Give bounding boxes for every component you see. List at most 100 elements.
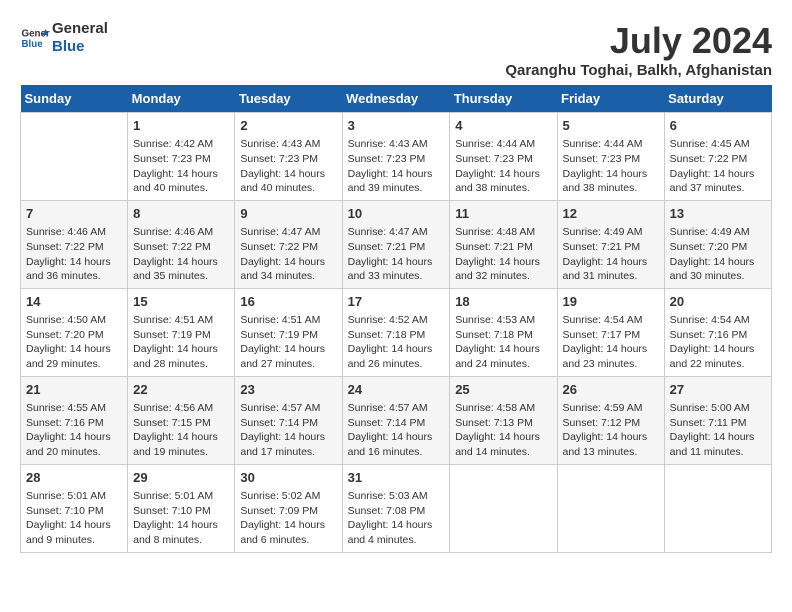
calendar-cell <box>450 464 557 552</box>
cell-content: Sunrise: 5:00 AM Sunset: 7:11 PM Dayligh… <box>670 401 766 460</box>
calendar-cell: 16 Sunrise: 4:51 AM Sunset: 7:19 PM Dayli… <box>235 288 342 376</box>
day-number: 16 <box>240 293 336 311</box>
day-header-thursday: Thursday <box>450 85 557 113</box>
day-number: 10 <box>348 205 445 223</box>
calendar-cell: 24Sunrise: 4:57 AM Sunset: 7:14 PM Dayli… <box>342 376 450 464</box>
calendar-cell: 5 Sunrise: 4:44 AM Sunset: 7:23 PM Daylig… <box>557 113 664 201</box>
cell-content: Sunrise: 4:51 AM Sunset: 7:19 PM Dayligh… <box>133 313 229 372</box>
calendar-week-2: 7Sunrise: 4:46 AM Sunset: 7:22 PM Daylig… <box>21 200 772 288</box>
cell-content: Sunrise: 4:48 AM Sunset: 7:21 PM Dayligh… <box>455 225 551 284</box>
cell-content: Sunrise: 4:54 AM Sunset: 7:17 PM Dayligh… <box>563 313 659 372</box>
day-number: 19 <box>563 293 659 311</box>
cell-content: Sunrise: 4:44 AM Sunset: 7:23 PM Dayligh… <box>563 137 659 196</box>
cell-content: Sunrise: 4:47 AM Sunset: 7:22 PM Dayligh… <box>240 225 336 284</box>
calendar-cell: 8 Sunrise: 4:46 AM Sunset: 7:22 PM Daylig… <box>128 200 235 288</box>
calendar-header-row: SundayMondayTuesdayWednesdayThursdayFrid… <box>21 85 772 113</box>
month-title: July 2024 <box>505 20 772 62</box>
day-number: 26 <box>563 381 659 399</box>
calendar-cell: 11Sunrise: 4:48 AM Sunset: 7:21 PM Dayli… <box>450 200 557 288</box>
day-number: 4 <box>455 117 551 135</box>
day-header-tuesday: Tuesday <box>235 85 342 113</box>
calendar-body: 1Sunrise: 4:42 AM Sunset: 7:23 PM Daylig… <box>21 113 772 553</box>
calendar-cell: 2 Sunrise: 4:43 AM Sunset: 7:23 PM Daylig… <box>235 113 342 201</box>
day-number: 28 <box>26 469 122 487</box>
day-number: 24 <box>348 381 445 399</box>
cell-content: Sunrise: 4:54 AM Sunset: 7:16 PM Dayligh… <box>670 313 766 372</box>
calendar-week-5: 28 Sunrise: 5:01 AM Sunset: 7:10 PM Dayli… <box>21 464 772 552</box>
cell-content: Sunrise: 4:51 AM Sunset: 7:19 PM Dayligh… <box>240 313 336 372</box>
cell-content: Sunrise: 5:03 AM Sunset: 7:08 PM Dayligh… <box>348 489 445 548</box>
day-number: 9 <box>240 205 336 223</box>
day-number: 3 <box>348 117 445 135</box>
calendar-table: SundayMondayTuesdayWednesdayThursdayFrid… <box>20 85 772 553</box>
calendar-cell: 20 Sunrise: 4:54 AM Sunset: 7:16 PM Dayli… <box>664 288 771 376</box>
logo-text-general: General <box>52 20 108 38</box>
cell-content: Sunrise: 4:59 AM Sunset: 7:12 PM Dayligh… <box>563 401 659 460</box>
cell-content: Sunrise: 4:45 AM Sunset: 7:22 PM Dayligh… <box>670 137 766 196</box>
title-block: July 2024 Qaranghu Toghai, Balkh, Afghan… <box>505 20 772 79</box>
calendar-cell: 30 Sunrise: 5:02 AM Sunset: 7:09 PM Dayli… <box>235 464 342 552</box>
day-header-wednesday: Wednesday <box>342 85 450 113</box>
cell-content: Sunrise: 4:57 AM Sunset: 7:14 PM Dayligh… <box>240 401 336 460</box>
calendar-cell: 6 Sunrise: 4:45 AM Sunset: 7:22 PM Daylig… <box>664 113 771 201</box>
calendar-cell: 28 Sunrise: 5:01 AM Sunset: 7:10 PM Dayli… <box>21 464 128 552</box>
cell-content: Sunrise: 5:02 AM Sunset: 7:09 PM Dayligh… <box>240 489 336 548</box>
day-header-friday: Friday <box>557 85 664 113</box>
cell-content: Sunrise: 4:58 AM Sunset: 7:13 PM Dayligh… <box>455 401 551 460</box>
calendar-cell: 26 Sunrise: 4:59 AM Sunset: 7:12 PM Dayli… <box>557 376 664 464</box>
calendar-cell: 10 Sunrise: 4:47 AM Sunset: 7:21 PM Dayli… <box>342 200 450 288</box>
calendar-cell: 19 Sunrise: 4:54 AM Sunset: 7:17 PM Dayli… <box>557 288 664 376</box>
calendar-cell: 15 Sunrise: 4:51 AM Sunset: 7:19 PM Dayli… <box>128 288 235 376</box>
calendar-cell: 22 Sunrise: 4:56 AM Sunset: 7:15 PM Dayli… <box>128 376 235 464</box>
calendar-cell <box>557 464 664 552</box>
day-number: 2 <box>240 117 336 135</box>
day-number: 6 <box>670 117 766 135</box>
calendar-week-4: 21Sunrise: 4:55 AM Sunset: 7:16 PM Dayli… <box>21 376 772 464</box>
cell-content: Sunrise: 4:44 AM Sunset: 7:23 PM Dayligh… <box>455 137 551 196</box>
cell-content: Sunrise: 5:01 AM Sunset: 7:10 PM Dayligh… <box>133 489 229 548</box>
cell-content: Sunrise: 4:52 AM Sunset: 7:18 PM Dayligh… <box>348 313 445 372</box>
calendar-cell: 17Sunrise: 4:52 AM Sunset: 7:18 PM Dayli… <box>342 288 450 376</box>
calendar-cell: 13Sunrise: 4:49 AM Sunset: 7:20 PM Dayli… <box>664 200 771 288</box>
calendar-cell: 29 Sunrise: 5:01 AM Sunset: 7:10 PM Dayli… <box>128 464 235 552</box>
cell-content: Sunrise: 4:53 AM Sunset: 7:18 PM Dayligh… <box>455 313 551 372</box>
cell-content: Sunrise: 4:46 AM Sunset: 7:22 PM Dayligh… <box>133 225 229 284</box>
day-number: 14 <box>26 293 122 311</box>
calendar-cell: 1Sunrise: 4:42 AM Sunset: 7:23 PM Daylig… <box>128 113 235 201</box>
calendar-cell: 9 Sunrise: 4:47 AM Sunset: 7:22 PM Daylig… <box>235 200 342 288</box>
day-header-monday: Monday <box>128 85 235 113</box>
cell-content: Sunrise: 4:43 AM Sunset: 7:23 PM Dayligh… <box>348 137 445 196</box>
calendar-cell <box>21 113 128 201</box>
day-number: 20 <box>670 293 766 311</box>
calendar-cell: 31Sunrise: 5:03 AM Sunset: 7:08 PM Dayli… <box>342 464 450 552</box>
day-number: 8 <box>133 205 229 223</box>
cell-content: Sunrise: 4:50 AM Sunset: 7:20 PM Dayligh… <box>26 313 122 372</box>
calendar-cell: 18Sunrise: 4:53 AM Sunset: 7:18 PM Dayli… <box>450 288 557 376</box>
calendar-cell: 4 Sunrise: 4:44 AM Sunset: 7:23 PM Daylig… <box>450 113 557 201</box>
day-number: 30 <box>240 469 336 487</box>
calendar-week-1: 1Sunrise: 4:42 AM Sunset: 7:23 PM Daylig… <box>21 113 772 201</box>
calendar-cell: 27 Sunrise: 5:00 AM Sunset: 7:11 PM Dayli… <box>664 376 771 464</box>
calendar-cell: 21Sunrise: 4:55 AM Sunset: 7:16 PM Dayli… <box>21 376 128 464</box>
calendar-cell: 3 Sunrise: 4:43 AM Sunset: 7:23 PM Daylig… <box>342 113 450 201</box>
cell-content: Sunrise: 4:56 AM Sunset: 7:15 PM Dayligh… <box>133 401 229 460</box>
day-header-sunday: Sunday <box>21 85 128 113</box>
cell-content: Sunrise: 4:49 AM Sunset: 7:21 PM Dayligh… <box>563 225 659 284</box>
day-number: 29 <box>133 469 229 487</box>
svg-text:Blue: Blue <box>22 39 44 50</box>
day-number: 22 <box>133 381 229 399</box>
logo-text-blue: Blue <box>52 38 108 56</box>
day-number: 15 <box>133 293 229 311</box>
day-number: 13 <box>670 205 766 223</box>
cell-content: Sunrise: 4:43 AM Sunset: 7:23 PM Dayligh… <box>240 137 336 196</box>
calendar-cell: 23Sunrise: 4:57 AM Sunset: 7:14 PM Dayli… <box>235 376 342 464</box>
location-title: Qaranghu Toghai, Balkh, Afghanistan <box>505 62 772 79</box>
page-header: General Blue General Blue July 2024 Qara… <box>20 20 772 79</box>
day-number: 5 <box>563 117 659 135</box>
day-number: 27 <box>670 381 766 399</box>
logo-icon: General Blue <box>20 23 50 53</box>
cell-content: Sunrise: 4:47 AM Sunset: 7:21 PM Dayligh… <box>348 225 445 284</box>
calendar-week-3: 14 Sunrise: 4:50 AM Sunset: 7:20 PM Dayli… <box>21 288 772 376</box>
logo: General Blue General Blue <box>20 20 108 56</box>
cell-content: Sunrise: 5:01 AM Sunset: 7:10 PM Dayligh… <box>26 489 122 548</box>
